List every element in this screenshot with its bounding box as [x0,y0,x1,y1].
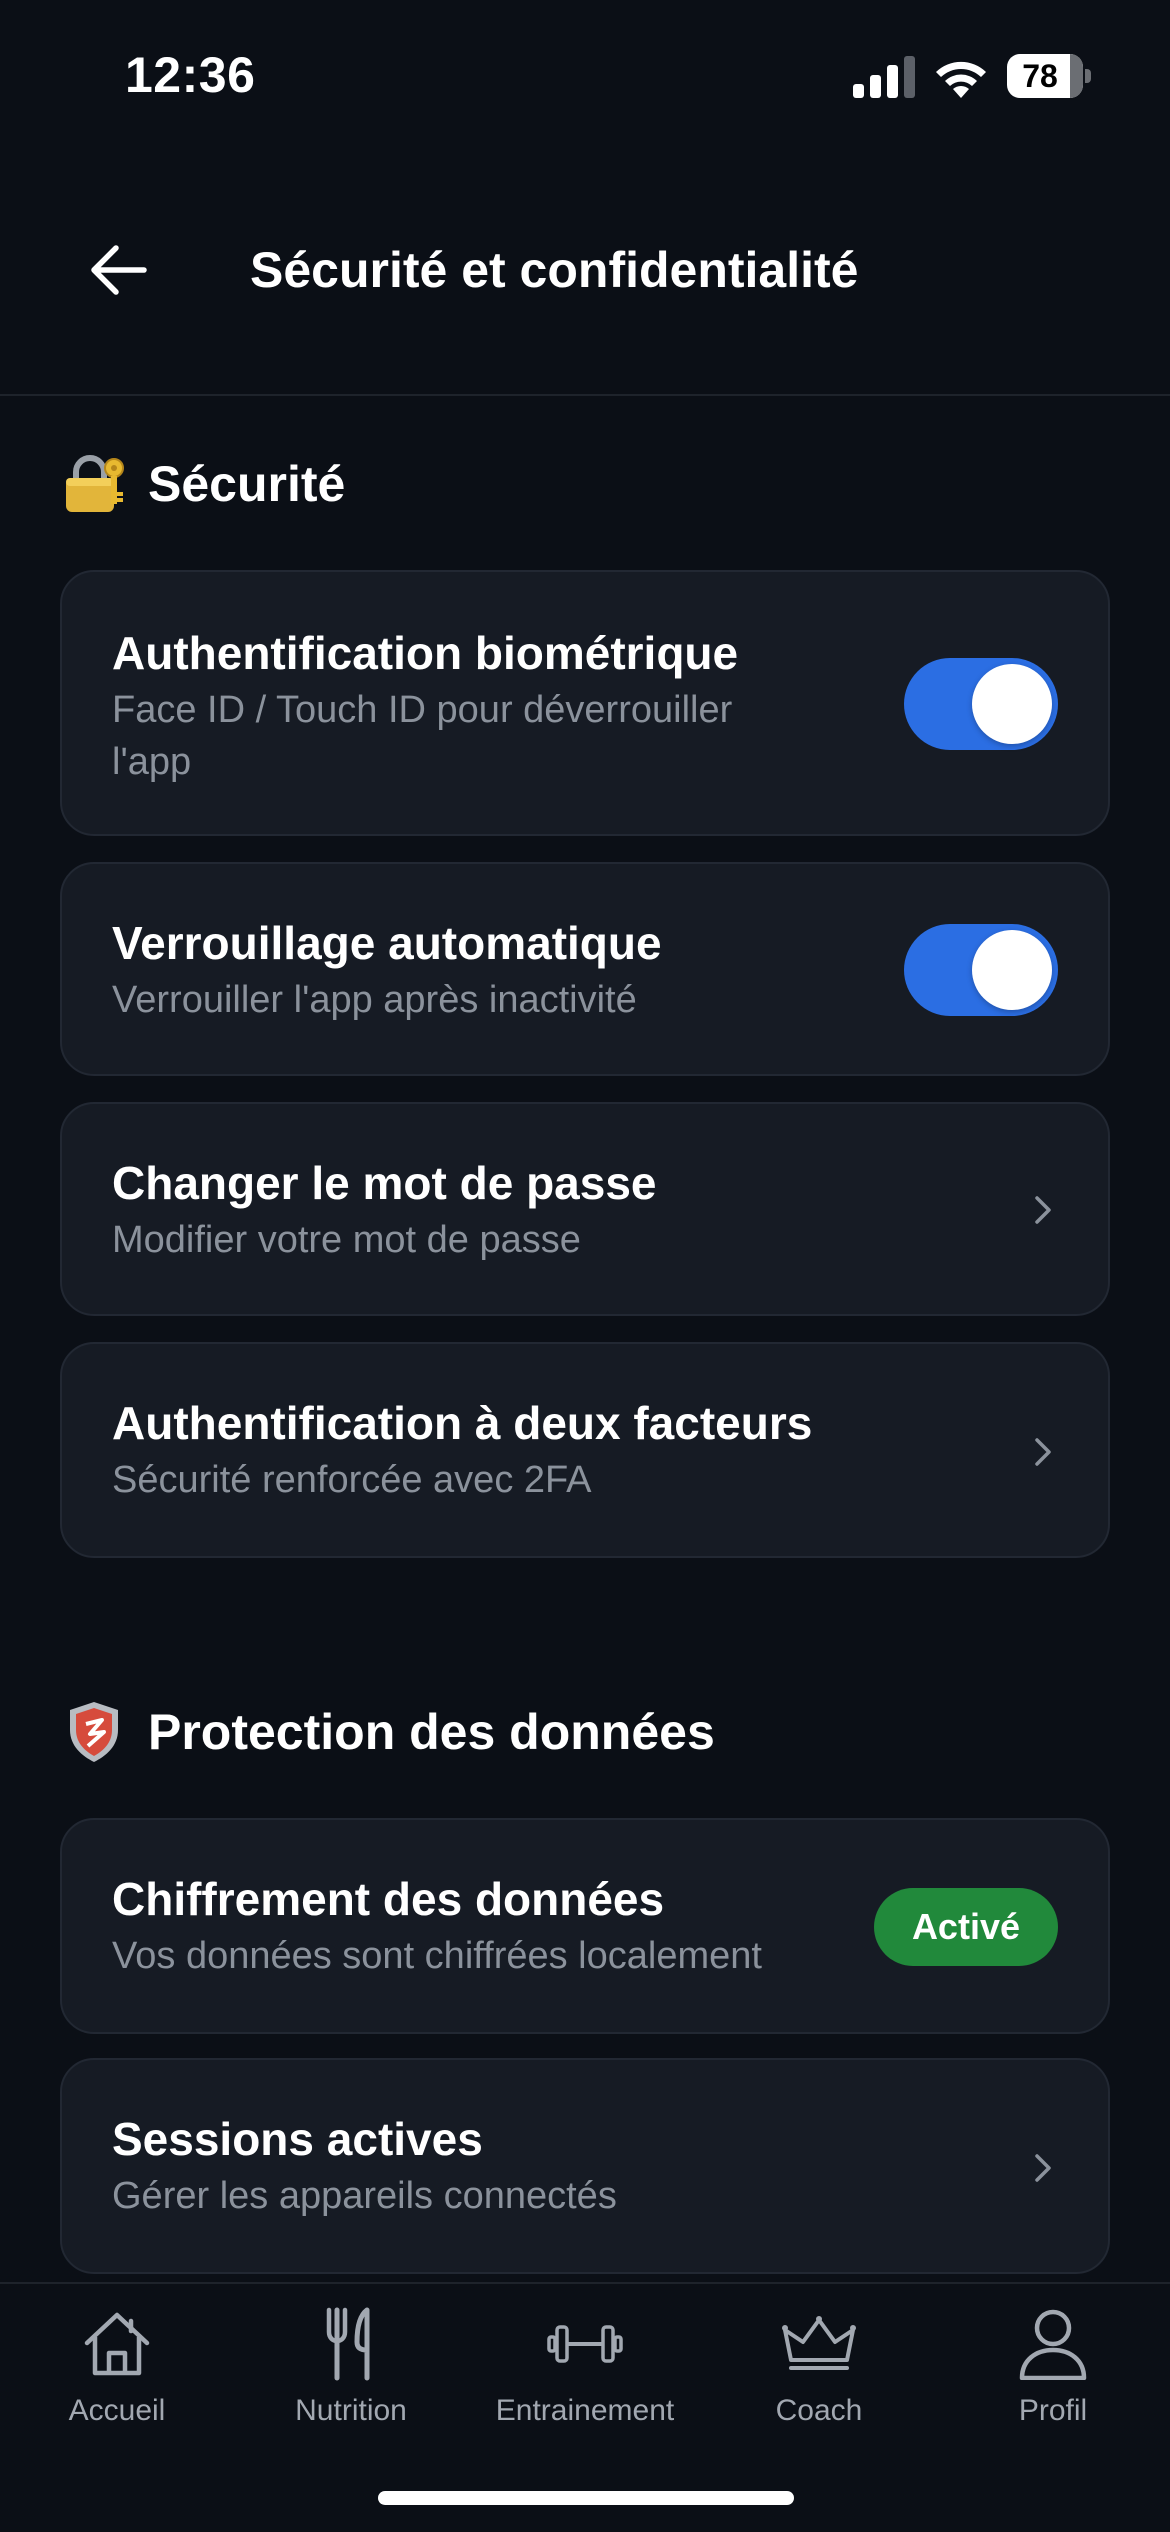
page-title: Sécurité et confidentialité [250,242,859,298]
tab-label: Coach [775,2394,863,2427]
biometric-toggle[interactable] [904,658,1058,750]
status-time: 12:36 [125,47,256,103]
setting-auto-lock[interactable]: Verrouillage automatique Verrouiller l'a… [60,862,1110,1076]
setting-title: Changer le mot de passe [112,1157,657,1209]
chevron-right-icon [1028,1188,1058,1232]
home-icon [77,2304,157,2384]
setting-active-sessions[interactable]: Sessions actives Gérer les appareils con… [60,2058,1110,2274]
setting-title: Authentification à deux facteurs [112,1397,813,1449]
home-indicator[interactable] [378,2491,794,2505]
auto-lock-toggle[interactable] [904,924,1058,1016]
back-button[interactable] [78,236,158,304]
tab-label: Accueil [68,2394,166,2427]
shield-icon [62,1700,126,1764]
user-icon [1013,2304,1093,2384]
setting-subtitle: l'app [112,741,192,783]
tab-home[interactable]: Accueil [0,2304,234,2454]
tab-profile[interactable]: Profil [936,2304,1170,2454]
setting-title: Verrouillage automatique [112,917,662,969]
page-header: Sécurité et confidentialité [0,200,1170,340]
tab-coach[interactable]: Coach [702,2304,936,2454]
setting-title: Authentification biométrique [112,627,739,679]
tab-label: Profil [1018,2394,1088,2427]
setting-subtitle: Face ID / Touch ID pour déverrouiller [112,689,733,731]
fork-knife-icon [311,2304,391,2384]
section-title-data-protection: Protection des données [62,1700,715,1764]
setting-subtitle: Vos données sont chiffrées localement [112,1935,762,1977]
setting-data-encryption[interactable]: Chiffrement des données Vos données sont… [60,1818,1110,2034]
cellular-signal-icon [853,56,915,98]
dumbbell-icon [545,2304,625,2384]
setting-biometric-auth[interactable]: Authentification biométrique Face ID / T… [60,570,1110,836]
setting-subtitle: Gérer les appareils connectés [112,2175,617,2217]
toggle-knob [972,930,1052,1010]
setting-subtitle: Modifier votre mot de passe [112,1219,581,1261]
status-badge: Activé [873,1888,1058,1966]
setting-title: Sessions actives [112,2113,483,2165]
header-divider [0,394,1170,396]
setting-two-factor-auth[interactable]: Authentification à deux facteurs Sécurit… [60,1342,1110,1558]
chevron-right-icon [1028,2146,1058,2190]
section-title-security: Sécurité [62,452,345,516]
setting-change-password[interactable]: Changer le mot de passe Modifier votre m… [60,1102,1110,1316]
chevron-right-icon [1028,1430,1058,1474]
toggle-knob [972,664,1052,744]
battery-icon: 78 [1007,54,1091,98]
arrow-left-icon [91,245,147,295]
setting-subtitle: Sécurité renforcée avec 2FA [112,1459,592,1501]
section-title-text: Protection des données [148,1704,715,1760]
section-title-text: Sécurité [148,456,346,512]
lock-with-key-icon [62,452,126,516]
battery-level: 78 [1022,58,1058,94]
status-bar: 12:36 78 [0,0,1170,150]
setting-subtitle: Verrouiller l'app après inactivité [112,979,637,1021]
wifi-icon [936,61,986,98]
tab-label: Entrainement [495,2394,675,2427]
tab-label: Nutrition [295,2394,407,2427]
setting-title: Chiffrement des données [112,1873,665,1925]
tab-nutrition[interactable]: Nutrition [234,2304,468,2454]
crown-icon [779,2304,859,2384]
tab-training[interactable]: Entrainement [468,2304,702,2454]
